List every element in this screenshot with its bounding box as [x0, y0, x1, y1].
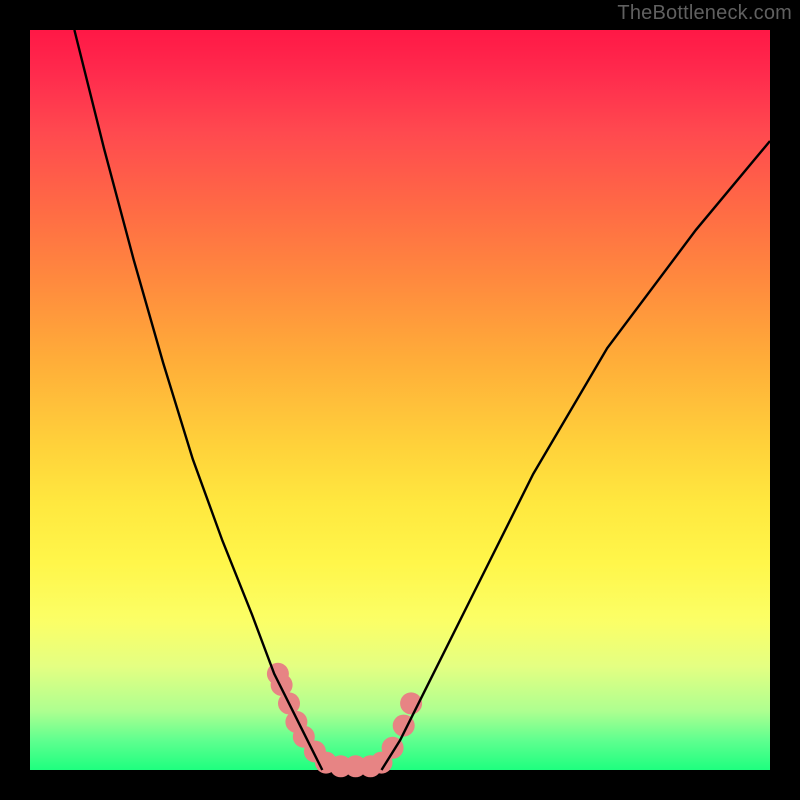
watermark-text: TheBottleneck.com [617, 2, 792, 25]
left-curve [74, 30, 322, 770]
chart-svg [30, 30, 770, 770]
plot-area [30, 30, 770, 770]
bead-series [267, 663, 422, 778]
right-curve [382, 141, 771, 770]
chart-frame: TheBottleneck.com [0, 0, 800, 800]
